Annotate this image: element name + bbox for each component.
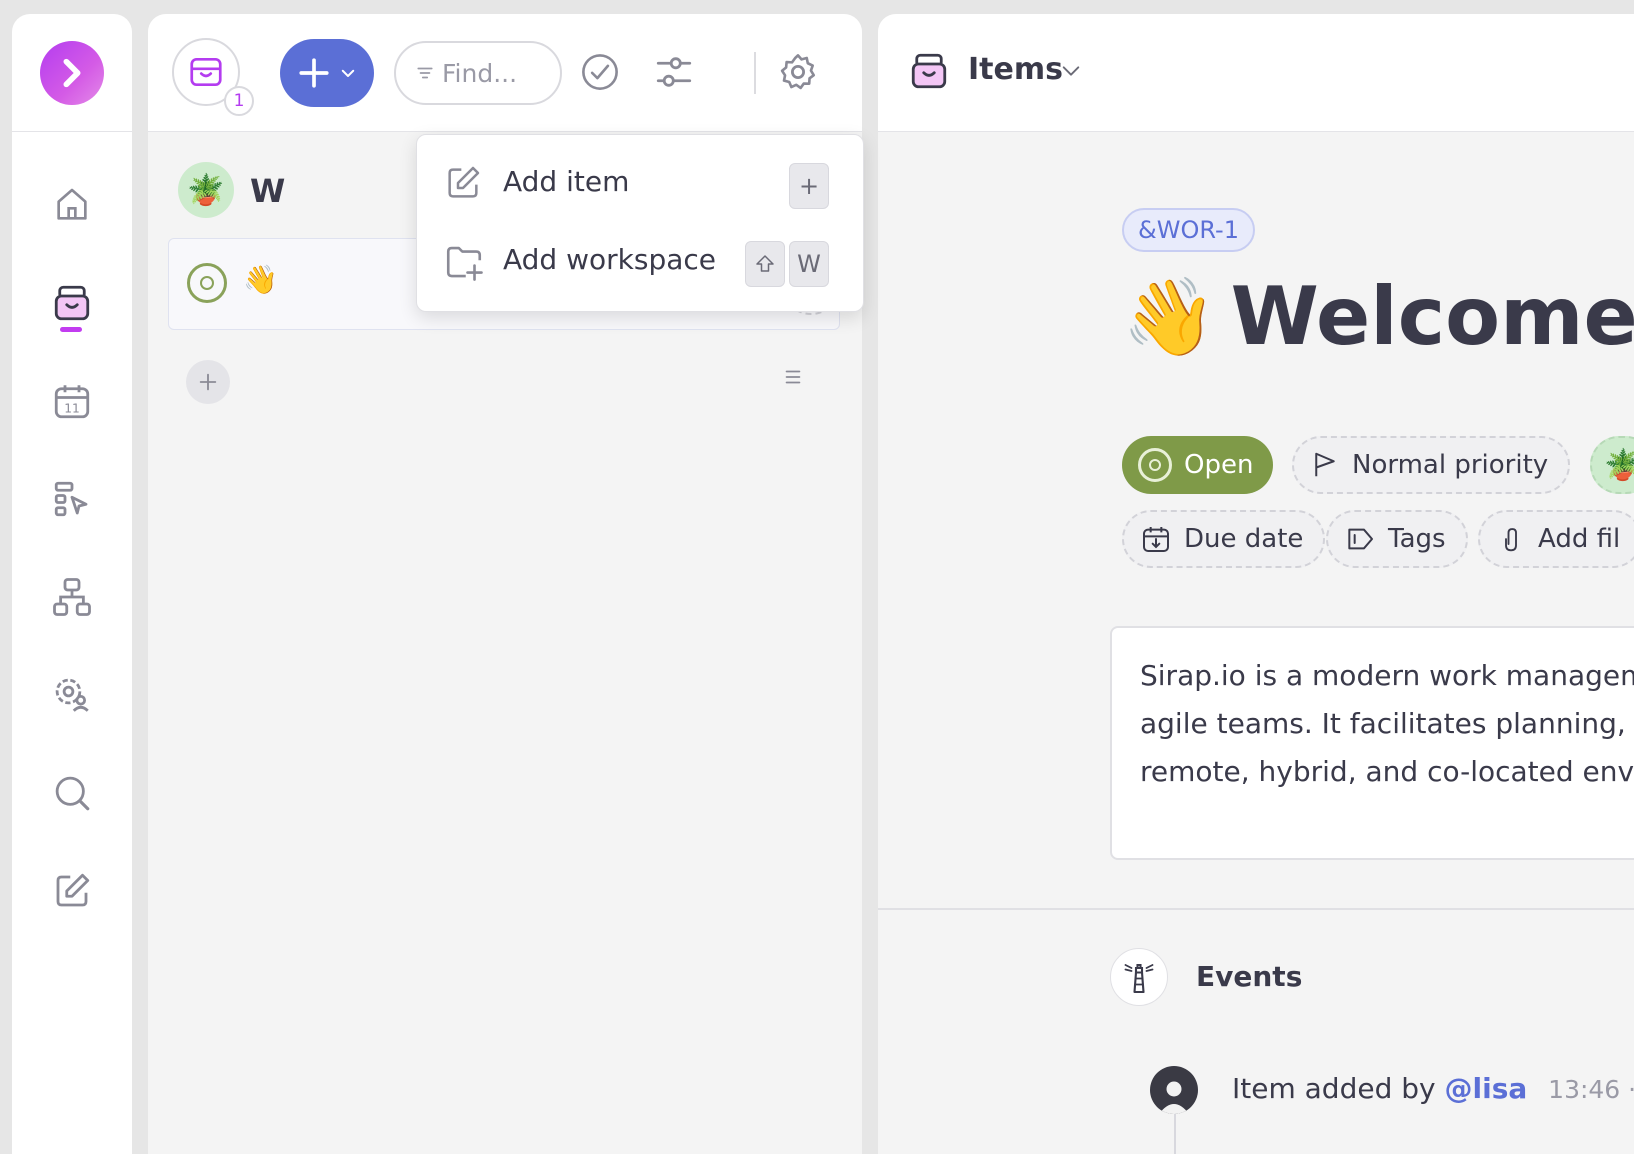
status-open-icon[interactable] [187,263,227,303]
find-placeholder: Find... [442,58,518,88]
rail-item-calendar[interactable]: 11 [12,352,132,450]
detail-header: Items [878,14,1634,132]
tags-label: Tags [1388,524,1446,554]
add-file-chip[interactable]: Add fil [1478,510,1634,568]
add-file-label: Add fil [1538,524,1621,554]
item-reference-tag[interactable]: &WOR-1 [1122,208,1255,252]
item-emoji: 👋 [243,263,278,296]
due-date-chip[interactable]: Due date [1122,510,1326,568]
rail-item-team-settings[interactable] [12,646,132,744]
add-menu-button[interactable] [280,39,374,107]
team-settings-icon [55,678,89,712]
calendar-icon: 11 [54,385,90,419]
description-editor[interactable]: Sirap.io is a modern work managem agile … [1110,626,1634,860]
app-logo[interactable] [40,40,104,105]
paperclip-icon [1505,528,1517,552]
list-panel: 1 Find... 🪴 W 1 👋 'm [148,14,864,1154]
priority-chip[interactable]: Normal priority [1292,436,1571,494]
rail-item-board[interactable] [12,450,132,548]
status-label: Open [1184,450,1254,480]
shortcut-key: W [789,241,829,287]
edit-icon [448,166,480,198]
menu-item-add-item[interactable]: Add item + [417,141,863,221]
flag-icon [1315,452,1335,477]
inbox-icon [911,53,947,89]
workspace-chip[interactable]: 🪴 [1590,436,1634,494]
chevron-down-icon[interactable] [1060,60,1082,82]
inbox-tray-icon [190,57,222,87]
event-prefix: Item added by [1232,1072,1436,1105]
workspace-chip-avatar: 🪴 [1604,447,1634,483]
item-detail-pane: Items &WOR-1 👋 Welcome t Open Normal pri… [878,14,1634,1154]
logo-area [12,14,132,132]
description-line: remote, hybrid, and co-located env [1140,755,1634,788]
plus-icon [199,373,217,391]
calendar-arrow-icon [1143,527,1169,552]
folder-plus-icon [446,246,483,281]
add-dropdown-menu: Add item + Add workspace W [416,134,864,312]
workspace-avatar: 🪴 [178,162,234,218]
rail-items: 11 [12,132,132,940]
menu-item-add-workspace[interactable]: Add workspace W [417,219,863,299]
rail-item-home[interactable] [12,156,132,254]
rail-item-search[interactable] [12,744,132,842]
list-toolbar: 1 Find... [148,14,862,132]
hierarchy-icon [53,578,91,616]
calendar-day: 11 [64,401,80,415]
filter-icon [417,67,433,79]
user-avatar-icon [1159,1081,1189,1114]
shift-key-icon [745,241,785,287]
check-circle-icon [582,54,618,90]
tag-icon [1348,528,1373,550]
sliders-icon [656,57,692,87]
completed-filter-button[interactable] [576,48,624,96]
priority-label: Normal priority [1352,450,1549,480]
shortcut-key: + [789,163,829,209]
avatar[interactable] [1150,1066,1198,1114]
item-title[interactable]: 👋 Welcome t [1122,270,1634,363]
nav-rail: 11 [12,14,132,1154]
inbox-count-badge: 1 [224,86,254,116]
list-icon [785,370,801,384]
description-line: Sirap.io is a modern work managem [1140,659,1634,692]
plus-icon [299,58,329,88]
inbox-icon [54,285,90,321]
chevron-down-icon [341,69,355,77]
rail-item-edit[interactable] [12,842,132,940]
rail-item-hierarchy[interactable] [12,548,132,646]
home-icon [57,188,87,220]
tags-chip[interactable]: Tags [1326,510,1468,568]
search-icon [55,776,90,811]
rail-item-inbox[interactable] [12,254,132,352]
timeline-line [1174,1112,1176,1154]
toolbar-divider [754,52,756,94]
gear-icon [780,54,816,90]
add-item-inline-button[interactable] [186,360,230,404]
find-input[interactable]: Find... [394,41,562,105]
view-options-button[interactable] [650,48,698,96]
section-divider [878,908,1634,910]
event-entry: Item added by @lisa 13:46 · 27 [1232,1072,1634,1105]
lighthouse-icon [1110,948,1168,1006]
menu-item-label: Add item [503,164,630,198]
title-emoji: 👋 [1122,271,1217,361]
due-date-label: Due date [1184,524,1304,554]
view-title[interactable]: Items [968,52,1063,87]
events-title: Events [1196,960,1303,993]
chevron-right-icon [63,58,81,87]
title-text: Welcome t [1230,270,1634,363]
board-icon [54,481,88,517]
event-timestamp: 13:46 · 27 [1548,1075,1634,1104]
settings-button[interactable] [774,48,822,96]
edit-icon [56,873,90,907]
menu-item-label: Add workspace [503,242,717,276]
status-chip[interactable]: Open [1122,436,1274,494]
description-line: agile teams. It facilitates planning, [1140,707,1626,740]
status-open-icon [1138,448,1172,482]
event-user-link[interactable]: @lisa [1445,1072,1528,1105]
list-menu-button[interactable] [782,366,804,392]
workspace-name: W [250,172,286,210]
